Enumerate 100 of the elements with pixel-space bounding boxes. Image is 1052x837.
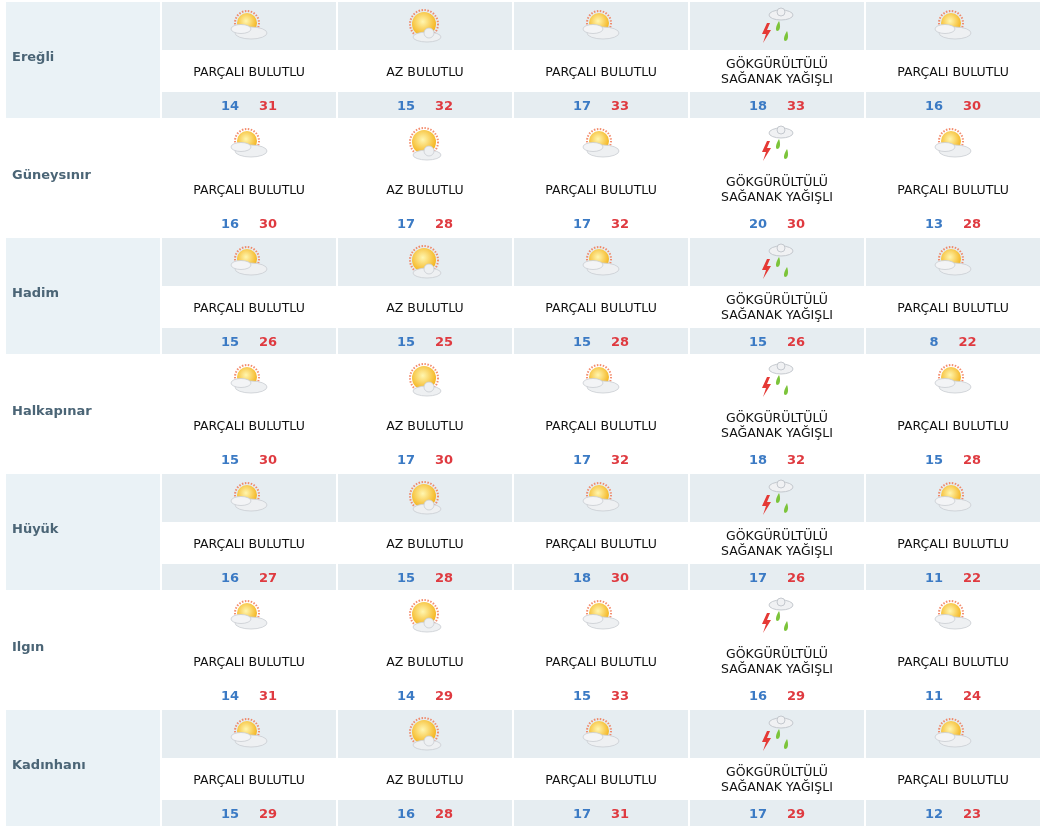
condition-text: GÖKGÜRÜLTÜLÜ SAĞANAK YAĞIŞLI	[720, 764, 834, 794]
partly-cloudy-icon	[581, 127, 621, 161]
high-temperature: 27	[259, 569, 278, 585]
condition-text: GÖKGÜRÜLTÜLÜ SAĞANAK YAĞIŞLI	[720, 646, 834, 676]
thunderstorm-icon	[759, 597, 795, 635]
city-name: Güneysınır	[12, 166, 91, 182]
low-temperature: 15	[220, 805, 239, 821]
condition-text: PARÇALI BULUTLU	[897, 771, 1009, 787]
condition-text: AZ BULUTLU	[386, 653, 464, 669]
high-temperature: 30	[611, 569, 630, 585]
high-temperature: 32	[611, 215, 630, 231]
city-name: Ilgın	[12, 638, 45, 654]
condition-text: AZ BULUTLU	[386, 181, 464, 197]
partly-cloudy-icon	[229, 363, 269, 397]
low-temperature: 14	[396, 687, 415, 703]
high-temperature: 28	[963, 215, 982, 231]
condition-text: PARÇALI BULUTLU	[545, 417, 657, 433]
low-temperature: 15	[748, 333, 767, 349]
condition-text: PARÇALI BULUTLU	[545, 771, 657, 787]
city-name: Kadınhanı	[12, 756, 86, 772]
partly-cloudy-icon	[933, 481, 973, 515]
condition-text: AZ BULUTLU	[386, 535, 464, 551]
high-temperature: 24	[963, 687, 982, 703]
low-temperature: 15	[572, 687, 591, 703]
partly-cloudy-icon	[229, 245, 269, 279]
condition-text: PARÇALI BULUTLU	[897, 299, 1009, 315]
high-temperature: 22	[963, 569, 982, 585]
city-name: Ereğli	[12, 48, 55, 64]
high-temperature: 33	[611, 97, 630, 113]
low-temperature: 18	[748, 451, 767, 467]
high-temperature: 28	[435, 215, 454, 231]
condition-text: GÖKGÜRÜLTÜLÜ SAĞANAK YAĞIŞLI	[720, 292, 834, 322]
condition-text: GÖKGÜRÜLTÜLÜ SAĞANAK YAĞIŞLI	[720, 528, 834, 558]
condition-text: PARÇALI BULUTLU	[545, 535, 657, 551]
condition-text: PARÇALI BULUTLU	[193, 771, 305, 787]
low-temperature: 18	[748, 97, 767, 113]
partly-cloudy-icon	[229, 599, 269, 633]
low-temperature: 16	[396, 805, 415, 821]
condition-text: PARÇALI BULUTLU	[193, 63, 305, 79]
partly-cloudy-icon	[581, 599, 621, 633]
low-temperature: 8	[929, 333, 939, 349]
city-name: Hadim	[12, 284, 59, 300]
high-temperature: 32	[787, 451, 806, 467]
condition-text: AZ BULUTLU	[386, 417, 464, 433]
low-temperature: 11	[924, 569, 943, 585]
condition-text: PARÇALI BULUTLU	[193, 653, 305, 669]
high-temperature: 23	[963, 805, 982, 821]
condition-text: PARÇALI BULUTLU	[545, 299, 657, 315]
condition-text: PARÇALI BULUTLU	[897, 181, 1009, 197]
condition-text: AZ BULUTLU	[386, 771, 464, 787]
high-temperature: 28	[611, 333, 630, 349]
low-temperature: 15	[924, 451, 943, 467]
low-temperature: 17	[572, 451, 591, 467]
city-name: Halkapınar	[12, 402, 92, 418]
partly-cloudy-icon	[933, 717, 973, 751]
low-temperature: 15	[220, 451, 239, 467]
high-temperature: 33	[611, 687, 630, 703]
high-temperature: 32	[611, 451, 630, 467]
low-temperature: 18	[572, 569, 591, 585]
thunderstorm-icon	[759, 361, 795, 399]
low-temperature: 17	[572, 215, 591, 231]
high-temperature: 28	[435, 805, 454, 821]
high-temperature: 33	[787, 97, 806, 113]
low-temperature: 13	[924, 215, 943, 231]
thunderstorm-icon	[759, 125, 795, 163]
condition-text: AZ BULUTLU	[386, 63, 464, 79]
low-temperature: 12	[924, 805, 943, 821]
low-temperature: 17	[748, 805, 767, 821]
low-temperature: 15	[396, 333, 415, 349]
partly-cloudy-icon	[229, 127, 269, 161]
low-temperature: 15	[396, 97, 415, 113]
condition-text: GÖKGÜRÜLTÜLÜ SAĞANAK YAĞIŞLI	[720, 56, 834, 86]
partly-cloudy-icon	[933, 9, 973, 43]
high-temperature: 30	[963, 97, 982, 113]
partly-cloudy-icon	[933, 127, 973, 161]
thunderstorm-icon	[759, 7, 795, 45]
high-temperature: 30	[259, 451, 278, 467]
high-temperature: 31	[259, 97, 278, 113]
high-temperature: 29	[435, 687, 454, 703]
condition-text: PARÇALI BULUTLU	[897, 63, 1009, 79]
low-temperature: 16	[220, 569, 239, 585]
condition-text: AZ BULUTLU	[386, 299, 464, 315]
low-temperature: 15	[572, 333, 591, 349]
high-temperature: 31	[259, 687, 278, 703]
high-temperature: 30	[787, 215, 806, 231]
condition-text: PARÇALI BULUTLU	[545, 63, 657, 79]
thunderstorm-icon	[759, 479, 795, 517]
high-temperature: 26	[787, 333, 806, 349]
partly-cloudy-icon	[933, 245, 973, 279]
high-temperature: 28	[435, 569, 454, 585]
low-temperature: 14	[220, 97, 239, 113]
thunderstorm-icon	[759, 243, 795, 281]
partly-cloudy-icon	[933, 363, 973, 397]
partly-cloudy-icon	[933, 599, 973, 633]
partly-cloudy-icon	[581, 9, 621, 43]
condition-text: PARÇALI BULUTLU	[193, 181, 305, 197]
low-temperature: 20	[748, 215, 767, 231]
condition-text: PARÇALI BULUTLU	[193, 535, 305, 551]
low-temperature: 17	[572, 805, 591, 821]
condition-text: PARÇALI BULUTLU	[545, 653, 657, 669]
